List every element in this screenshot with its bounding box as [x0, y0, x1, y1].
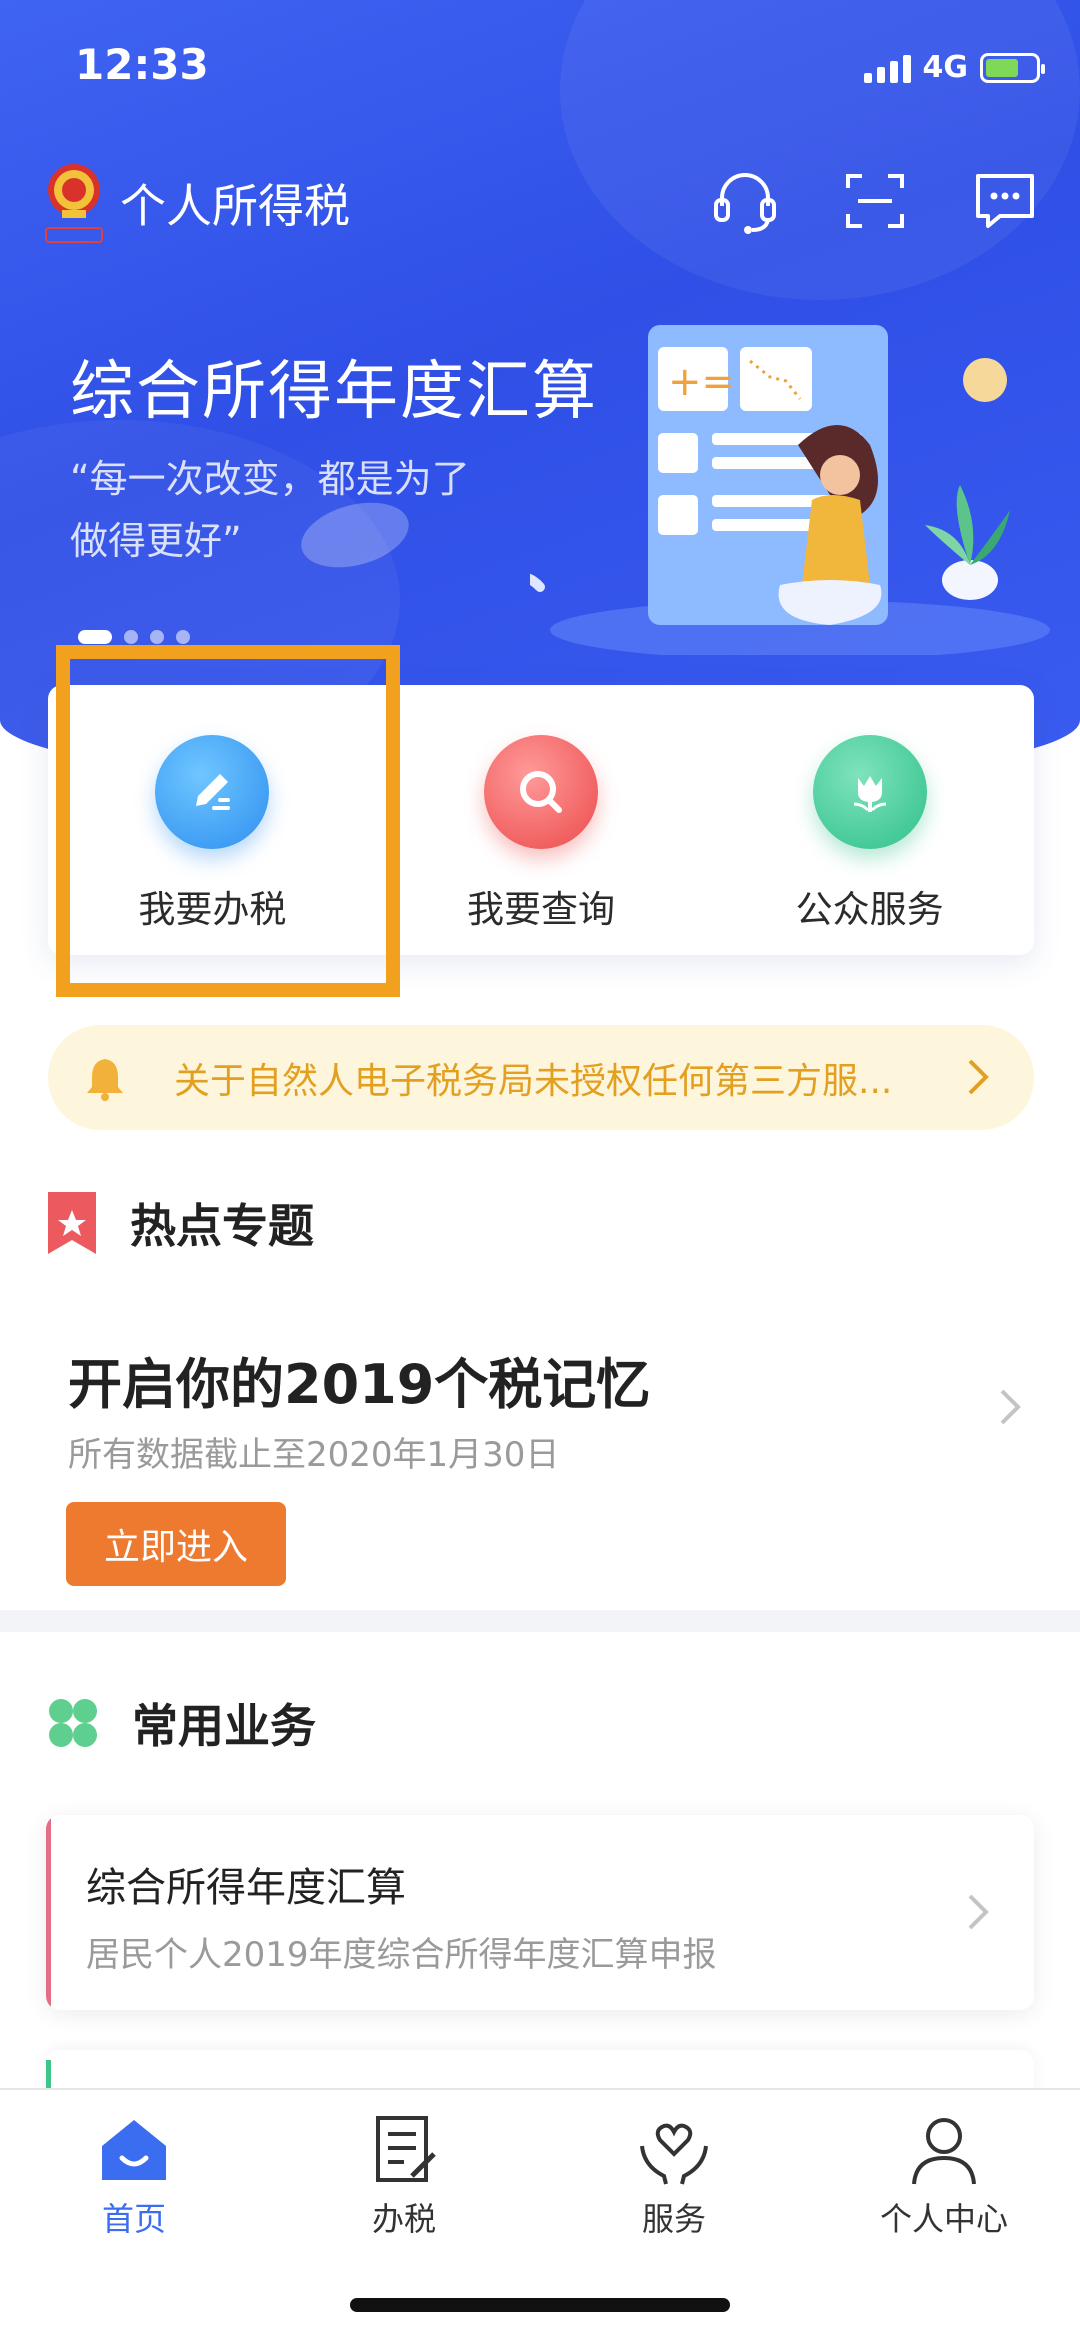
quick-action-query[interactable]: 我要查询: [377, 685, 706, 955]
bell-icon: [87, 1058, 123, 1101]
app-title: 个人所得税: [120, 179, 350, 233]
document-icon: [376, 2116, 436, 2182]
search-icon: [484, 735, 598, 849]
svg-text:+=: +=: [668, 359, 735, 405]
business-title: 综合所得年度汇算: [86, 1865, 406, 1911]
business-card-annual-settlement[interactable]: 综合所得年度汇算 居民个人2019年度综合所得年度汇算申报: [46, 1815, 1034, 2010]
battery-icon: [980, 52, 1045, 83]
tab-file-tax[interactable]: 办税: [304, 2110, 504, 2240]
signal-icon: [863, 53, 911, 83]
tab-label: 个人中心: [879, 2200, 1008, 2238]
banner-quote-line: 做得更好”: [70, 519, 242, 563]
status-indicators: 4G: [863, 50, 1045, 85]
network-type: 4G: [922, 50, 969, 85]
tab-service[interactable]: 服务: [574, 2110, 774, 2240]
section-title: 热点专题: [130, 1199, 314, 1253]
banner-title: 综合所得年度汇算: [70, 355, 598, 429]
message-icon[interactable]: [970, 166, 1040, 236]
header-actions: [710, 166, 1040, 236]
quick-action-label: 公众服务: [795, 888, 944, 931]
topic-subtitle: 所有数据截止至2020年1月30日: [68, 1435, 560, 1475]
banner-quote: “每一次改变，都是为了 做得更好”: [70, 448, 530, 572]
tab-label: 服务: [641, 2200, 706, 2238]
status-time: 12:33: [75, 40, 209, 89]
tulip-icon: [812, 735, 927, 849]
chevron-right-icon[interactable]: [992, 1385, 1028, 1429]
section-divider: [0, 1610, 1080, 1632]
notice-bar[interactable]: 关于自然人电子税务局未授权任何第三方服...: [48, 1025, 1034, 1130]
tab-home[interactable]: 首页: [34, 2110, 234, 2240]
enter-now-button[interactable]: 立即进入: [66, 1502, 286, 1586]
app-header: 个人所得税: [40, 160, 1040, 250]
topic-title[interactable]: 开启你的2019个税记忆: [68, 1340, 650, 1419]
scan-icon[interactable]: [840, 166, 910, 236]
home-icon: [102, 2120, 166, 2180]
card-accent: [46, 1815, 51, 2010]
notice-text: 关于自然人电子税务局未授权任何第三方服...: [174, 1060, 893, 1102]
person-icon: [912, 2118, 976, 2185]
highlight-box: [56, 645, 400, 997]
bookmark-star-icon: [48, 1192, 96, 1254]
clover-icon: [49, 1699, 97, 1747]
quick-action-public-service[interactable]: 公众服务: [705, 685, 1034, 955]
status-bar: 12:33 4G: [75, 40, 1045, 100]
tax-emblem-icon: [45, 164, 103, 243]
heart-hands-icon: [640, 2123, 708, 2185]
banner-illustration[interactable]: +=: [530, 325, 1050, 655]
common-business-header: 常用业务: [48, 1690, 316, 1756]
tab-personal-center[interactable]: 个人中心: [844, 2110, 1044, 2240]
carousel-indicator[interactable]: [78, 630, 190, 644]
home-indicator[interactable]: [350, 2298, 730, 2312]
chevron-right-icon: [968, 1894, 989, 1930]
tab-label: 首页: [101, 2200, 166, 2238]
quick-action-label: 我要查询: [467, 888, 615, 931]
business-subtitle: 居民个人2019年度综合所得年度汇算申报: [86, 1935, 717, 1975]
headset-icon[interactable]: [710, 166, 780, 236]
chevron-right-icon: [968, 1059, 989, 1095]
section-title: 常用业务: [132, 1699, 316, 1753]
tab-label: 办税: [371, 2200, 436, 2238]
hot-topics-header: 热点专题: [48, 1190, 314, 1256]
banner-quote-line: “每一次改变，都是为了: [70, 457, 470, 501]
